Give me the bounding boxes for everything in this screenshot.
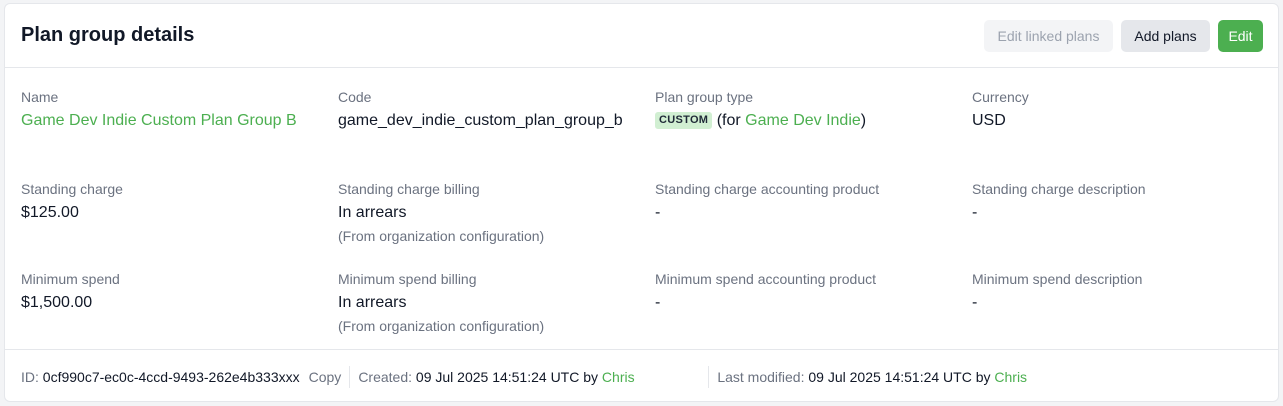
created-block: Created: 09 Jul 2025 14:51:24 UTC by Chr… bbox=[358, 369, 700, 385]
field-currency: Currency USD bbox=[972, 88, 1264, 180]
footer-divider bbox=[349, 365, 351, 388]
edit-button[interactable]: Edit bbox=[1218, 19, 1263, 52]
edit-linked-plans-button[interactable]: Edit linked plans bbox=[984, 19, 1113, 52]
field-minimum-spend-description: Minimum spend description - bbox=[972, 270, 1264, 335]
field-label: Plan group type bbox=[655, 89, 754, 105]
field-standing-charge-product: Standing charge accounting product - bbox=[655, 180, 972, 270]
field-code: Code game_dev_indie_custom_plan_group_b bbox=[338, 88, 655, 180]
field-value: CUSTOM (for Game Dev Indie) bbox=[655, 109, 960, 133]
field-value: In arrears bbox=[338, 204, 407, 221]
type-for-prefix: (for bbox=[716, 112, 746, 129]
field-label: Standing charge description bbox=[972, 181, 1146, 197]
field-label: Minimum spend bbox=[21, 271, 120, 287]
details-row: Name Game Dev Indie Custom Plan Group B … bbox=[21, 88, 1264, 180]
plan-group-name-link[interactable]: Game Dev Indie Custom Plan Group B bbox=[21, 109, 326, 133]
card-footer: ID: 0cf990c7-ec0c-4ccd-9493-262e4b333xxx… bbox=[5, 349, 1278, 401]
field-standing-charge: Standing charge $125.00 bbox=[21, 180, 338, 270]
details-row: Standing charge $125.00 Standing charge … bbox=[21, 180, 1264, 270]
created-value: 09 Jul 2025 14:51:24 UTC by bbox=[415, 368, 599, 385]
modified-block: Last modified: 09 Jul 2025 14:51:24 UTC … bbox=[717, 369, 1027, 385]
field-value: - bbox=[655, 294, 661, 311]
copy-id-button[interactable]: Copy bbox=[309, 369, 342, 385]
field-label: Minimum spend accounting product bbox=[655, 271, 877, 287]
field-label: Minimum spend description bbox=[972, 271, 1143, 287]
field-minimum-spend: Minimum spend $1,500.00 bbox=[21, 270, 338, 335]
page-title: Plan group details bbox=[21, 24, 195, 46]
header-actions: Edit linked plans Add plans Edit bbox=[984, 19, 1263, 52]
id-block: ID: 0cf990c7-ec0c-4ccd-9493-262e4b333xxx… bbox=[21, 369, 341, 385]
created-label: Created: bbox=[358, 368, 413, 385]
modified-label: Last modified: bbox=[717, 368, 805, 385]
field-value: - bbox=[972, 294, 978, 311]
field-plan-group-type: Plan group type CUSTOM (for Game Dev Ind… bbox=[655, 88, 972, 180]
account-link[interactable]: Game Dev Indie bbox=[745, 112, 861, 129]
type-for-suffix: ) bbox=[860, 112, 867, 129]
field-value: - bbox=[655, 204, 661, 221]
field-label: Standing charge bbox=[21, 181, 123, 197]
field-label: Standing charge accounting product bbox=[655, 181, 880, 197]
field-label: Code bbox=[338, 89, 372, 105]
field-value: In arrears bbox=[338, 294, 407, 311]
custom-badge: CUSTOM bbox=[655, 112, 713, 129]
plan-group-details-card: Plan group details Edit linked plans Add… bbox=[4, 3, 1279, 402]
field-note: (From organization configuration) bbox=[338, 318, 545, 334]
field-label: Currency bbox=[972, 89, 1029, 105]
created-by-link[interactable]: Chris bbox=[602, 369, 635, 385]
field-label: Minimum spend billing bbox=[338, 271, 477, 287]
field-label: Standing charge billing bbox=[338, 181, 480, 197]
field-name: Name Game Dev Indie Custom Plan Group B bbox=[21, 88, 338, 180]
id-label: ID: bbox=[21, 368, 39, 385]
field-note: (From organization configuration) bbox=[338, 228, 545, 244]
field-value: USD bbox=[972, 112, 1006, 129]
footer-divider bbox=[708, 365, 710, 388]
field-standing-charge-billing: Standing charge billing In arrears (From… bbox=[338, 180, 655, 270]
field-minimum-spend-product: Minimum spend accounting product - bbox=[655, 270, 972, 335]
modified-by-link[interactable]: Chris bbox=[994, 369, 1027, 385]
field-standing-charge-description: Standing charge description - bbox=[972, 180, 1264, 270]
field-value: - bbox=[972, 204, 978, 221]
details-row: Minimum spend $1,500.00 Minimum spend bi… bbox=[21, 270, 1264, 335]
field-value: $1,500.00 bbox=[21, 294, 93, 311]
id-value: 0cf990c7-ec0c-4ccd-9493-262e4b333xxx bbox=[42, 368, 300, 385]
add-plans-button[interactable]: Add plans bbox=[1121, 19, 1210, 52]
field-value: game_dev_indie_custom_plan_group_b bbox=[338, 112, 623, 129]
field-label: Name bbox=[21, 89, 59, 105]
modified-value: 09 Jul 2025 14:51:24 UTC by bbox=[808, 368, 991, 385]
details-grid: Name Game Dev Indie Custom Plan Group B … bbox=[21, 88, 1264, 335]
field-minimum-spend-billing: Minimum spend billing In arrears (From o… bbox=[338, 270, 655, 335]
card-header: Plan group details Edit linked plans Add… bbox=[5, 4, 1278, 68]
field-value: $125.00 bbox=[21, 204, 79, 221]
